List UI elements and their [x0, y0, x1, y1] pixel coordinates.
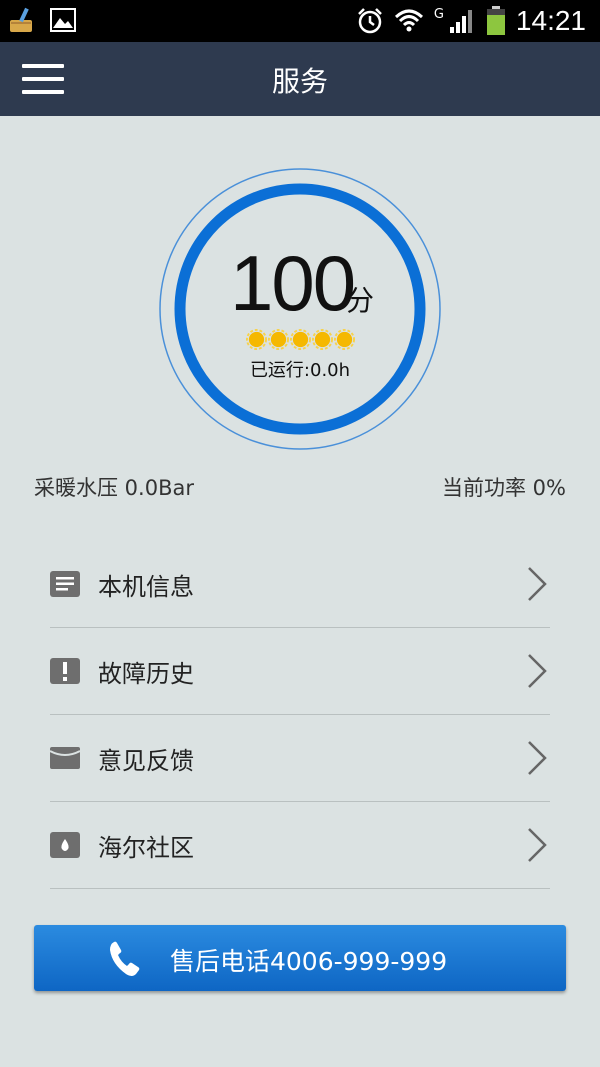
star-icon [312, 329, 333, 350]
menu-item-label: 本机信息 [98, 573, 194, 601]
app-header: 服务 [0, 42, 600, 116]
warning-icon [50, 658, 80, 684]
list-icon [50, 571, 80, 597]
envelope-icon [50, 747, 80, 769]
menu-item-label: 海尔社区 [98, 834, 194, 862]
gallery-icon [50, 8, 76, 32]
menu-item-device-info[interactable]: 本机信息 [50, 541, 550, 628]
broom-icon [10, 7, 32, 32]
current-power-stat: 当前功率 0% [442, 476, 566, 500]
chevron-right-icon [528, 567, 547, 601]
menu-item-label: 意见反馈 [98, 747, 194, 775]
menu-item-fault-history[interactable]: 故障历史 [50, 628, 550, 715]
community-icon [50, 832, 80, 858]
menu-item-community[interactable]: 海尔社区 [50, 802, 550, 889]
signal-icon [449, 10, 472, 33]
chevron-right-icon [528, 741, 547, 775]
call-button-label: 售后电话4006-999-999 [170, 947, 448, 976]
service-menu: 本机信息 故障历史 意见反馈 海尔社区 [50, 541, 550, 889]
score-value: 100 [230, 239, 356, 327]
phone-icon [110, 941, 140, 976]
star-icon [290, 329, 311, 350]
chevron-right-icon [528, 828, 547, 862]
clock: 14:21 [515, 5, 586, 36]
score-unit: 分 [346, 284, 375, 317]
page-title: 服务 [271, 65, 328, 98]
menu-item-label: 故障历史 [98, 660, 194, 688]
wifi-icon [394, 9, 423, 32]
network-type: G [433, 6, 444, 22]
alarm-icon [357, 8, 382, 34]
star-icon [268, 329, 289, 350]
service-hotline-button[interactable]: 售后电话4006-999-999 [34, 925, 566, 991]
status-bar: G 14:21 [0, 0, 600, 42]
battery-icon [486, 6, 505, 35]
star-icon [246, 329, 267, 350]
star-icon [334, 329, 355, 350]
menu-item-feedback[interactable]: 意见反馈 [50, 715, 550, 802]
runtime-label: 已运行:0.0h [249, 360, 351, 381]
water-pressure-stat: 采暖水压 0.0Bar [34, 476, 194, 500]
chevron-right-icon [528, 654, 547, 688]
star-rating [246, 329, 355, 350]
